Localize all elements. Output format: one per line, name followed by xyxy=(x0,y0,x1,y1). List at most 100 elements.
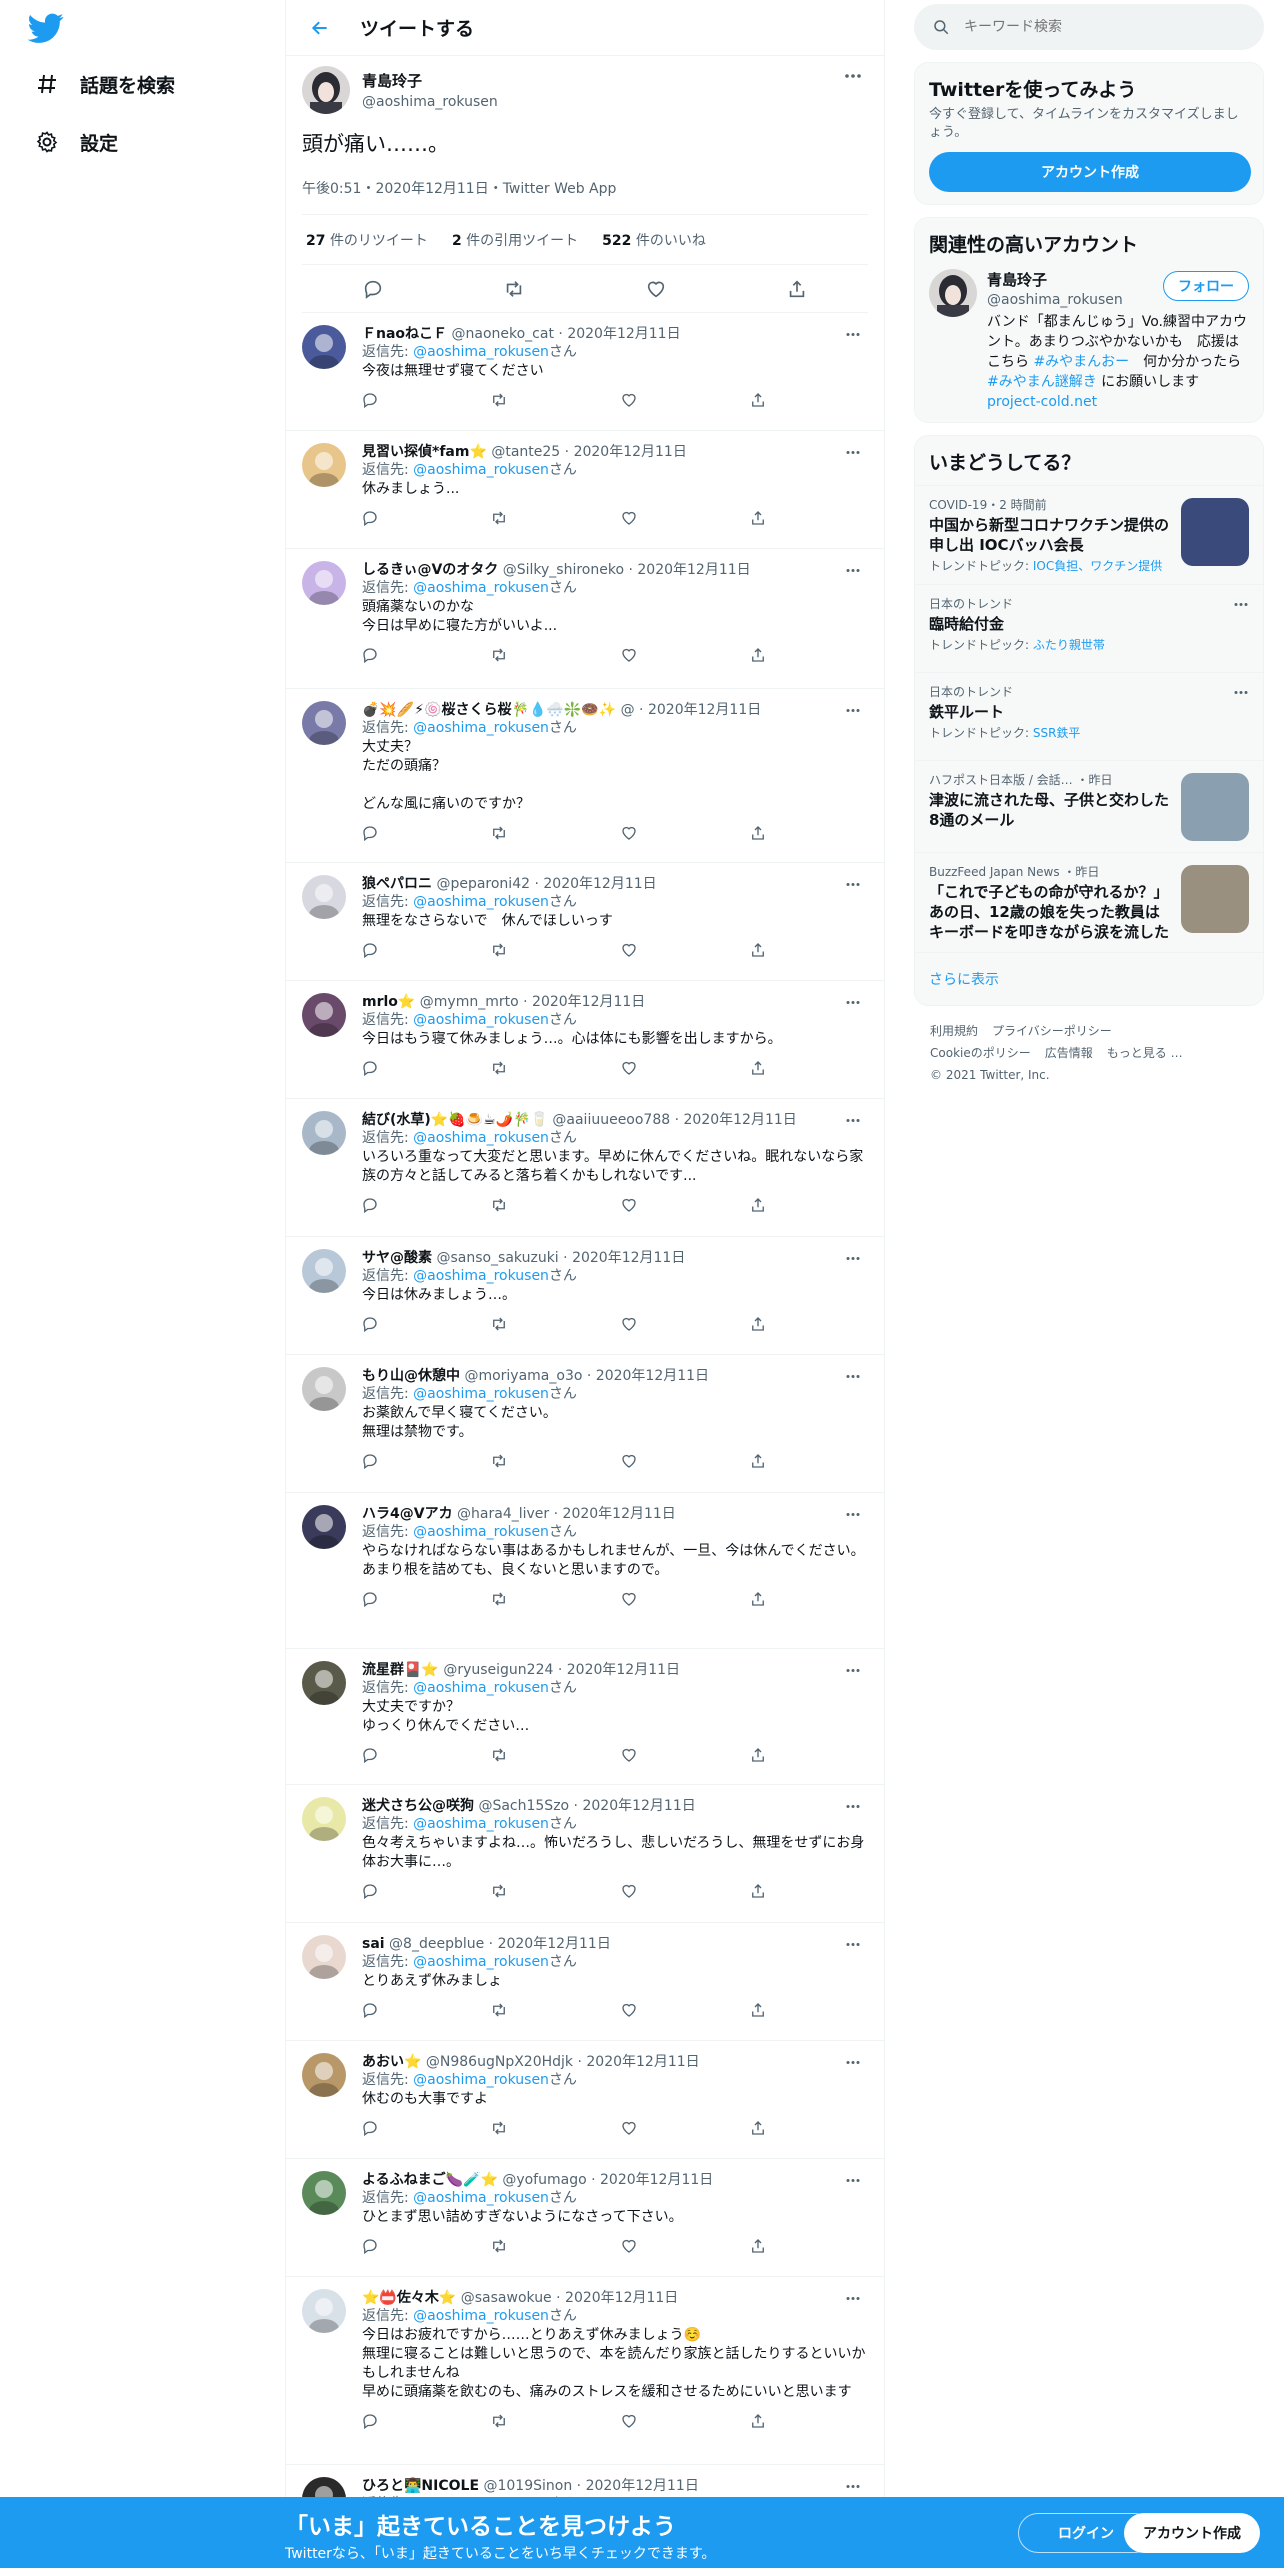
reply-to-link[interactable]: @aoshima_rokusen xyxy=(413,1954,549,1970)
reply-tweet[interactable]: あおい⭐ @N986ugNpX20Hdjk · 2020年12月11日 返信先:… xyxy=(286,2041,884,2159)
footer-link[interactable]: もっと見る … xyxy=(1107,1046,1183,1060)
reply-date[interactable]: 2020年12月11日 xyxy=(574,444,687,460)
reply-author-name[interactable]: 迷犬さち公@咲狗 xyxy=(362,1798,474,1814)
avatar[interactable] xyxy=(302,325,346,369)
avatar[interactable] xyxy=(302,2053,346,2097)
reply-button[interactable] xyxy=(354,1189,386,1221)
reply-author-name[interactable]: よるふねまご🍆🧪⭐ xyxy=(362,2172,498,2188)
reply-date[interactable]: 2020年12月11日 xyxy=(565,2290,678,2306)
reply-button[interactable] xyxy=(356,272,390,306)
share-button[interactable] xyxy=(742,2405,774,2437)
retweet-button[interactable] xyxy=(483,2230,515,2262)
share-button[interactable] xyxy=(742,1308,774,1340)
avatar[interactable] xyxy=(302,701,346,745)
reply-button[interactable] xyxy=(354,384,386,416)
retweet-button[interactable] xyxy=(483,2112,515,2144)
related-account[interactable]: 青島玲子 @aoshima_rokusen バンド「都まんじゅう」Vo.練習中ア… xyxy=(915,261,1263,422)
share-button[interactable] xyxy=(780,272,814,306)
reply-to-link[interactable]: @aoshima_rokusen xyxy=(413,720,549,736)
avatar[interactable] xyxy=(302,2289,346,2333)
like-button[interactable] xyxy=(613,1994,645,2026)
like-button[interactable] xyxy=(613,934,645,966)
more-options-button[interactable] xyxy=(1233,681,1249,699)
likes-stat[interactable]: 522 件のいいね xyxy=(602,230,706,250)
reply-tweet[interactable]: mrlo⭐ @mymn_mrto · 2020年12月11日 返信先: @aos… xyxy=(286,981,884,1099)
author-name[interactable]: 青島玲子 xyxy=(362,70,498,91)
reply-button[interactable] xyxy=(354,1445,386,1477)
reply-button[interactable] xyxy=(354,817,386,849)
avatar[interactable] xyxy=(929,269,977,317)
trend-item[interactable]: 日本のトレンド 臨時給付金 トレンドトピック: ふたり親世帯 xyxy=(915,584,1263,672)
reply-author-name[interactable]: ＦnaoねこＦ xyxy=(362,326,447,342)
more-options-button[interactable] xyxy=(838,1247,868,1269)
reply-button[interactable] xyxy=(354,934,386,966)
reply-to-link[interactable]: @aoshima_rokusen xyxy=(413,1012,549,1028)
reply-author-handle[interactable]: @sasawokue xyxy=(461,2290,552,2306)
reply-tweet[interactable]: 見習い探偵*fam⭐ @tante25 · 2020年12月11日 返信先: @… xyxy=(286,431,884,549)
reply-date[interactable]: 2020年12月11日 xyxy=(582,1798,695,1814)
avatar[interactable] xyxy=(302,993,346,1037)
retweet-button[interactable] xyxy=(483,1308,515,1340)
reply-author-handle[interactable]: @aaiiuueeoo788 xyxy=(552,1112,670,1128)
reply-to-link[interactable]: @aoshima_rokusen xyxy=(413,1816,549,1832)
share-button[interactable] xyxy=(742,639,774,671)
avatar[interactable] xyxy=(302,66,350,114)
reply-tweet[interactable]: 💣💥🥖⚡🍥桜さくら桜🎋💧🌨️❇️🍩✨ @ · 2020年12月11日 返信先: … xyxy=(286,689,884,863)
reply-author-name[interactable]: sai xyxy=(362,1936,385,1952)
reply-button[interactable] xyxy=(354,1583,386,1615)
search-bar[interactable] xyxy=(914,4,1264,50)
trend-item[interactable]: BuzzFeed Japan News ・昨日 「これで子どもの命が守れるか？」… xyxy=(915,852,1263,952)
nav-explore[interactable]: 話題を検索 xyxy=(20,60,189,108)
like-button[interactable] xyxy=(613,2112,645,2144)
reply-author-name[interactable]: ハラ4@Vアカ xyxy=(362,1506,453,1522)
reply-tweet[interactable]: しるきぃ@Vのオタク @Silky_shironeko · 2020年12月11… xyxy=(286,549,884,689)
like-button[interactable] xyxy=(613,384,645,416)
reply-tweet[interactable]: 流星群🎴⭐ @ryuseigun224 · 2020年12月11日 返信先: @… xyxy=(286,1649,884,1785)
share-button[interactable] xyxy=(742,1052,774,1084)
retweet-button[interactable] xyxy=(483,1052,515,1084)
retweet-button[interactable] xyxy=(483,384,515,416)
reply-tweet[interactable]: サヤ@酸素 @sanso_sakuzuki · 2020年12月11日 返信先:… xyxy=(286,1237,884,1355)
avatar[interactable] xyxy=(302,443,346,487)
reply-tweet[interactable]: ＦnaoねこＦ @naoneko_cat · 2020年12月11日 返信先: … xyxy=(286,313,884,431)
trend-topics-link[interactable]: SSR鉄平 xyxy=(1033,726,1081,740)
reply-date[interactable]: 2020年12月11日 xyxy=(572,1250,685,1266)
like-button[interactable] xyxy=(613,639,645,671)
reply-author-handle[interactable]: @8_deepblue xyxy=(389,1936,484,1952)
reply-to-link[interactable]: @aoshima_rokusen xyxy=(413,1524,549,1540)
more-options-button[interactable] xyxy=(838,1365,868,1387)
more-options-button[interactable] xyxy=(838,873,868,895)
avatar[interactable] xyxy=(302,1249,346,1293)
nav-settings[interactable]: 設定 xyxy=(20,118,132,166)
bottom-create-account-button[interactable]: アカウント作成 xyxy=(1124,2513,1260,2553)
share-button[interactable] xyxy=(742,2112,774,2144)
avatar[interactable] xyxy=(302,1367,346,1411)
like-button[interactable] xyxy=(613,502,645,534)
share-button[interactable] xyxy=(742,2230,774,2262)
reply-button[interactable] xyxy=(354,1308,386,1340)
reply-author-handle[interactable]: @yofumago xyxy=(502,2172,586,2188)
reply-date[interactable]: 2020年12月11日 xyxy=(600,2172,713,2188)
reply-author-name[interactable]: 結び(水草)⭐🍓🍮☕🌶️🎋🥛 xyxy=(362,1112,548,1128)
reply-to-link[interactable]: @aoshima_rokusen xyxy=(413,462,549,478)
reply-tweet[interactable]: 結び(水草)⭐🍓🍮☕🌶️🎋🥛 @aaiiuueeoo788 · 2020年12月… xyxy=(286,1099,884,1237)
footer-link[interactable]: Cookieのポリシー xyxy=(930,1046,1031,1060)
reply-button[interactable] xyxy=(354,502,386,534)
more-options-button[interactable] xyxy=(1233,593,1249,611)
reply-author-name[interactable]: しるきぃ@Vのオタク xyxy=(362,562,498,578)
reply-date[interactable]: 2020年12月11日 xyxy=(586,2054,699,2070)
create-account-button[interactable]: アカウント作成 xyxy=(929,152,1251,192)
retweet-button[interactable] xyxy=(497,272,531,306)
like-button[interactable] xyxy=(613,1308,645,1340)
avatar[interactable] xyxy=(302,1661,346,1705)
reply-author-handle[interactable]: @naoneko_cat xyxy=(452,326,554,342)
retweet-button[interactable] xyxy=(483,1445,515,1477)
avatar[interactable] xyxy=(302,1111,346,1155)
like-button[interactable] xyxy=(613,817,645,849)
reply-author-handle[interactable]: @ryuseigun224 xyxy=(443,1662,553,1678)
reply-button[interactable] xyxy=(354,1994,386,2026)
reply-author-name[interactable]: mrlo⭐ xyxy=(362,994,415,1010)
retweet-button[interactable] xyxy=(483,1583,515,1615)
avatar[interactable] xyxy=(302,2171,346,2215)
reply-to-link[interactable]: @aoshima_rokusen xyxy=(413,2072,549,2088)
